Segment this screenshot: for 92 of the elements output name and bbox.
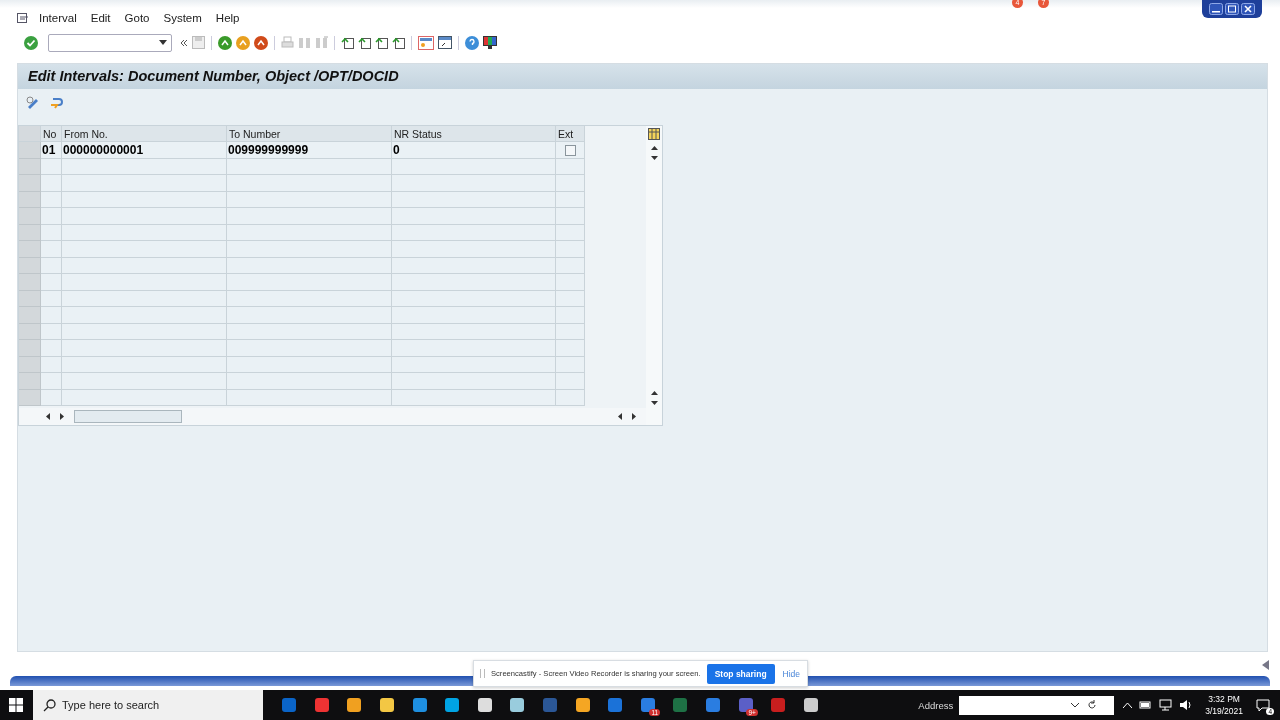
notification-icon[interactable]: [1256, 698, 1270, 712]
next-page-icon[interactable]: [375, 36, 388, 50]
window-icon[interactable]: [418, 35, 434, 50]
table-cell: [556, 274, 585, 291]
scroll-right-icon[interactable]: [632, 412, 636, 420]
table-cell[interactable]: [62, 208, 227, 225]
table-cell: [41, 208, 62, 225]
scroll-down-icon[interactable]: [650, 400, 658, 405]
menu-item[interactable]: Interval: [39, 11, 77, 24]
table-cell[interactable]: [62, 307, 227, 324]
transport-icon[interactable]: [50, 95, 64, 109]
table-cell: [41, 373, 62, 390]
print-icon[interactable]: [281, 36, 294, 50]
table-cell[interactable]: [227, 175, 392, 192]
column-header[interactable]: NR Status: [392, 125, 556, 143]
table-cell: [41, 241, 62, 258]
table-cell[interactable]: [62, 175, 227, 192]
table-cell[interactable]: [227, 274, 392, 291]
refresh-icon[interactable]: [1087, 700, 1098, 710]
table-cell: [41, 307, 62, 324]
table-cell[interactable]: [227, 208, 392, 225]
table-cell[interactable]: [227, 307, 392, 324]
caret-icon[interactable]: [159, 40, 167, 46]
last-page-icon[interactable]: [392, 36, 405, 50]
menu-item[interactable]: Edit: [90, 11, 111, 24]
table-cell: [556, 307, 585, 324]
table-cell[interactable]: 000000000001: [62, 142, 227, 159]
screen-title: Edit Intervals: Document Number, Object /OPT/DOCID: [28, 68, 399, 85]
close-icon[interactable]: [1241, 3, 1255, 15]
back-icon[interactable]: [218, 35, 232, 50]
menu-item[interactable]: System: [163, 11, 202, 24]
table-cell[interactable]: [62, 241, 227, 258]
scroll-left-icon[interactable]: [618, 412, 622, 420]
table-cell: 0: [392, 142, 556, 159]
stop-sharing-button[interactable]: Stop sharing: [706, 663, 775, 684]
table-cell: [41, 175, 62, 192]
chevron-up-icon[interactable]: [1123, 702, 1133, 708]
table-cell[interactable]: [227, 373, 392, 390]
column-settings-icon[interactable]: [648, 127, 660, 140]
search-icon: [43, 699, 56, 712]
vertical-scrollbar[interactable]: [646, 125, 662, 425]
table-cell[interactable]: [62, 340, 227, 357]
column-header[interactable]: To Number: [227, 125, 392, 143]
network-icon[interactable]: [1159, 699, 1173, 711]
table-cell: [556, 373, 585, 390]
search-field[interactable]: Type here to search: [33, 690, 263, 720]
check-icon[interactable]: [24, 35, 38, 50]
table-cell: [556, 241, 585, 258]
scroll-down-icon[interactable]: [650, 155, 658, 160]
column-header[interactable]: No: [41, 125, 62, 143]
triangle-icon[interactable]: [1262, 660, 1270, 671]
maximize-icon[interactable]: [1225, 3, 1239, 15]
clock-time[interactable]: 3:32 PM: [1208, 693, 1240, 705]
table-cell: [41, 274, 62, 291]
scroll-left-icon[interactable]: [46, 412, 50, 420]
column-header[interactable]: Ext: [556, 125, 585, 143]
previous-page-icon[interactable]: [358, 36, 371, 50]
menu-item[interactable]: Help: [215, 11, 240, 24]
volume-icon[interactable]: [1179, 699, 1193, 711]
command-field[interactable]: [48, 33, 172, 52]
table-cell[interactable]: [227, 241, 392, 258]
scroll-up-icon[interactable]: [650, 145, 658, 150]
chevron-icon[interactable]: [180, 38, 188, 47]
table-cell[interactable]: [227, 340, 392, 357]
battery-icon[interactable]: [1139, 700, 1153, 710]
table-cell: [556, 175, 585, 192]
pencil-icon[interactable]: [26, 95, 40, 109]
column-header[interactable]: From No.: [62, 125, 227, 143]
minimize-icon[interactable]: [1209, 3, 1223, 15]
scroll-right-icon[interactable]: [60, 412, 64, 420]
table-cell[interactable]: [62, 274, 227, 291]
table-cell: [556, 340, 585, 357]
hide-link[interactable]: Hide: [780, 664, 803, 683]
table-cell: [41, 340, 62, 357]
table-cell[interactable]: 009999999999: [227, 142, 392, 159]
address-label: Address: [918, 699, 954, 711]
checkbox[interactable]: [565, 144, 576, 156]
table-cell: 01: [41, 142, 62, 159]
table-cell[interactable]: [62, 373, 227, 390]
scroll-up-icon[interactable]: [650, 390, 658, 395]
menu-item[interactable]: Goto: [124, 11, 150, 24]
exit-icon[interactable]: [236, 35, 250, 50]
table-cell: [556, 208, 585, 225]
window-icon[interactable]: [438, 36, 452, 50]
menu-icon[interactable]: [17, 12, 29, 23]
scrollbar-thumb[interactable]: [74, 409, 182, 423]
address-field[interactable]: [959, 695, 1115, 715]
clock-date[interactable]: 3/19/2021: [1205, 705, 1243, 717]
cancel-icon[interactable]: [254, 35, 268, 50]
start-icon[interactable]: [9, 698, 23, 712]
first-page-icon[interactable]: [341, 36, 354, 50]
caret-icon[interactable]: [1071, 702, 1080, 708]
